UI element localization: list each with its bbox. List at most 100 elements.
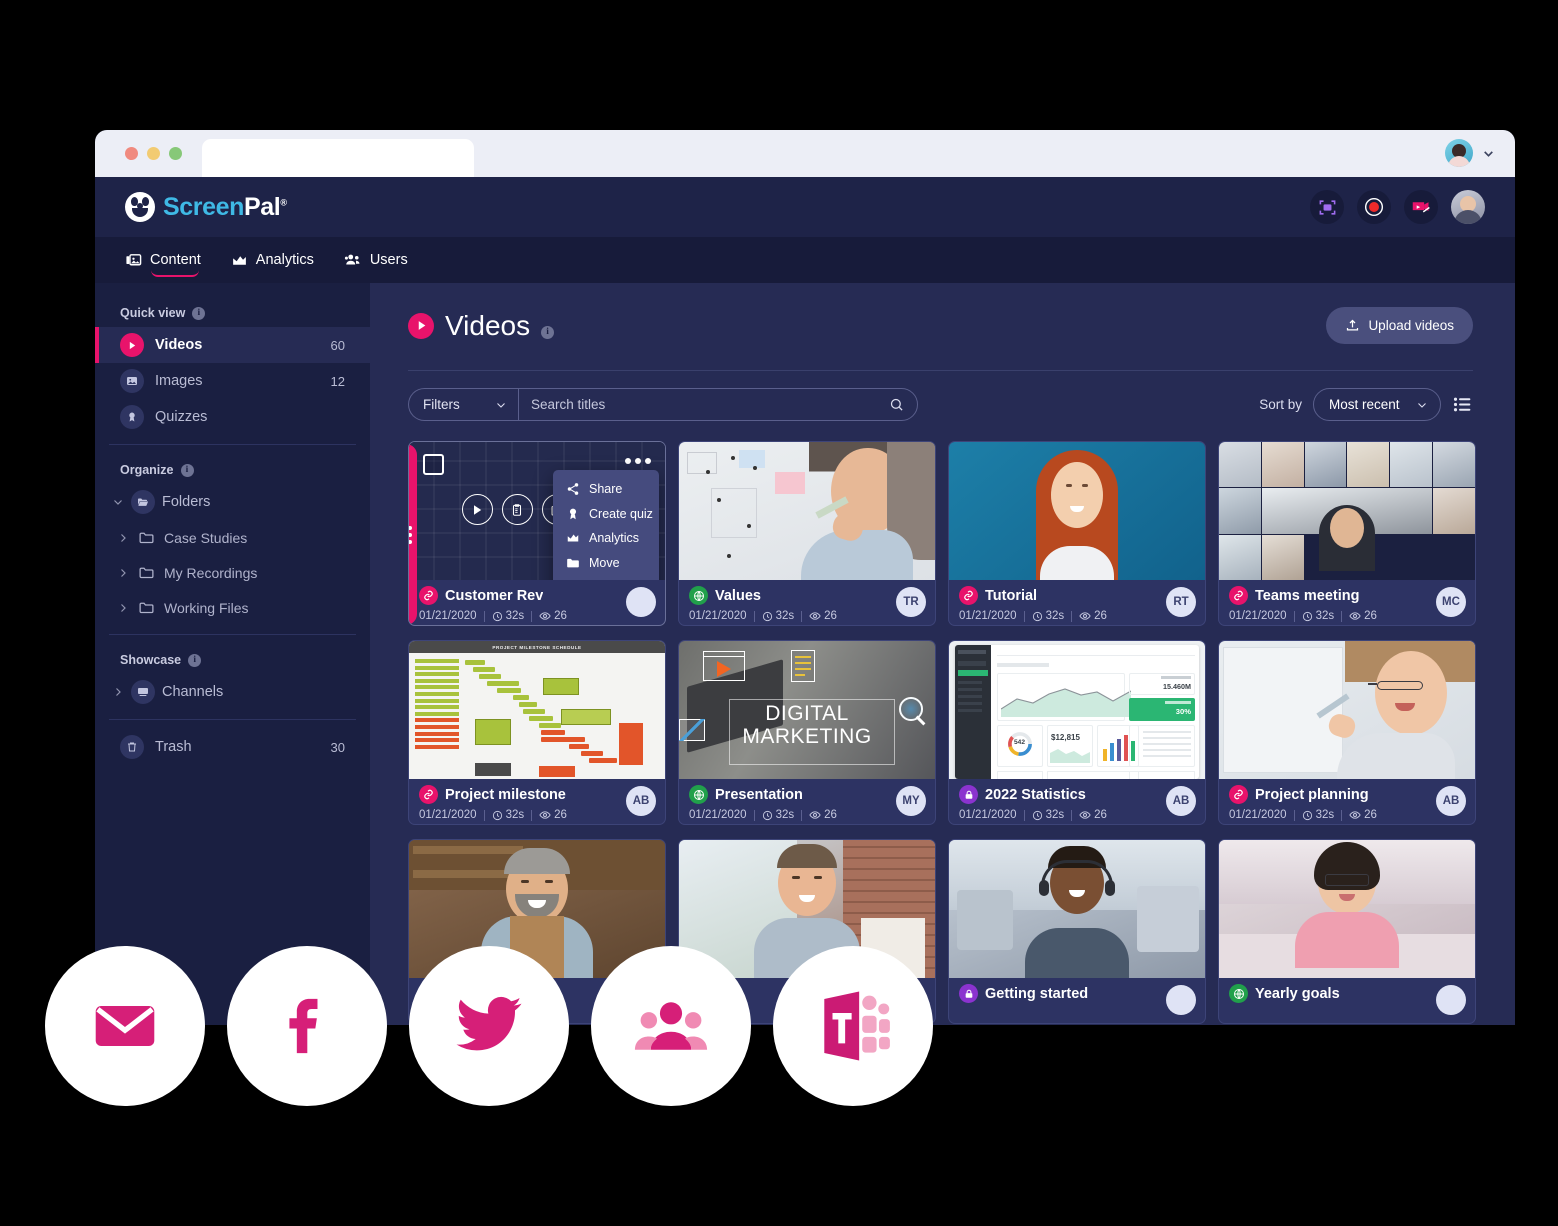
sidebar-item-label: Trash: [155, 739, 192, 755]
avatar[interactable]: TR: [896, 587, 926, 617]
info-icon[interactable]: i: [192, 306, 206, 320]
video-card[interactable]: Yearly goals: [1218, 839, 1476, 1024]
video-card[interactable]: Share Create quiz Analytics Move Custome…: [408, 441, 666, 626]
sidebar-item-my-recordings[interactable]: My Recordings: [95, 555, 370, 590]
sidebar-item-label: My Recordings: [164, 564, 258, 581]
video-card[interactable]: DIGITAL MARKETING Presentation 01/21/202…: [678, 640, 936, 825]
video-thumbnail[interactable]: [1219, 840, 1475, 978]
screenpal-logo[interactable]: ScreenPal®: [125, 192, 287, 222]
avatar[interactable]: [626, 587, 656, 617]
copy-link-button[interactable]: [501, 494, 533, 525]
avatar[interactable]: MC: [1436, 587, 1466, 617]
video-title: Values: [715, 587, 761, 604]
video-card[interactable]: Values 01/21/2020 32s 26 TR: [678, 441, 936, 626]
video-thumbnail[interactable]: [1219, 442, 1475, 580]
avatar[interactable]: [1436, 985, 1466, 1015]
video-thumbnail[interactable]: DIGITAL MARKETING: [679, 641, 935, 779]
context-menu-item-move[interactable]: Move: [553, 551, 659, 576]
search-icon[interactable]: [889, 397, 904, 412]
chevron-down-icon[interactable]: [1482, 147, 1495, 160]
video-thumbnail[interactable]: PROJECT MILESTONE SCHEDULE: [409, 641, 665, 779]
avatar[interactable]: [1166, 985, 1196, 1015]
sidebar-item-videos[interactable]: Videos 60: [95, 327, 370, 363]
drag-handle[interactable]: [409, 444, 417, 625]
sort-by-dropdown[interactable]: Most recent: [1313, 388, 1441, 421]
video-editor-icon[interactable]: [1404, 190, 1438, 224]
chevron-right-icon[interactable]: [117, 602, 129, 614]
video-thumbnail[interactable]: [949, 840, 1205, 978]
info-icon[interactable]: i: [180, 463, 194, 477]
folder-icon: [139, 602, 154, 614]
card-context-menu[interactable]: Share Create quiz Analytics Move: [553, 470, 659, 580]
avatar[interactable]: AB: [626, 786, 656, 816]
sidebar-item-quizzes[interactable]: Quizzes: [95, 399, 370, 435]
sidebar-item-case-studies[interactable]: Case Studies: [95, 520, 370, 555]
sidebar-item-channels[interactable]: Channels: [95, 674, 370, 710]
nav-tab-content[interactable]: Content: [125, 237, 201, 283]
minimize-window-button[interactable]: [147, 147, 160, 160]
video-card[interactable]: Getting started: [948, 839, 1206, 1024]
info-icon[interactable]: i: [188, 653, 202, 667]
email-share-button[interactable]: [45, 946, 205, 1106]
record-icon[interactable]: [1357, 190, 1391, 224]
video-title: Customer Rev: [445, 587, 544, 604]
close-window-button[interactable]: [125, 147, 138, 160]
chevron-down-icon[interactable]: [112, 496, 124, 508]
sidebar-item-working-files[interactable]: Working Files: [95, 590, 370, 625]
eye-icon: [1349, 612, 1361, 620]
search-input[interactable]: [531, 397, 889, 412]
chevron-right-icon[interactable]: [117, 532, 129, 544]
context-menu-item-analytics[interactable]: Analytics: [553, 526, 659, 551]
video-card[interactable]: Tutorial 01/21/2020 32s 26 RT: [948, 441, 1206, 626]
context-menu-item-info[interactable]: Info: [553, 575, 659, 580]
video-duration: 32s: [492, 610, 524, 622]
nav-tab-users[interactable]: Users: [344, 237, 408, 283]
play-button[interactable]: [461, 494, 493, 525]
window-controls[interactable]: [125, 147, 182, 160]
active-tab-underline: [151, 270, 199, 277]
avatar[interactable]: AB: [1436, 786, 1466, 816]
context-menu-item-create-quiz[interactable]: Create quiz: [553, 502, 659, 527]
video-thumbnail[interactable]: [1219, 641, 1475, 779]
video-thumbnail[interactable]: [949, 442, 1205, 580]
video-thumbnail[interactable]: Share Create quiz Analytics Move: [409, 442, 665, 580]
video-thumbnail[interactable]: [679, 442, 935, 580]
sidebar-item-images[interactable]: Images 12: [95, 363, 370, 399]
sidebar-item-trash[interactable]: Trash 30: [95, 729, 370, 765]
video-views: 26: [1079, 610, 1107, 622]
avatar[interactable]: AB: [1166, 786, 1196, 816]
nav-tab-analytics[interactable]: Analytics: [231, 237, 314, 283]
microsoft-teams-share-button[interactable]: [773, 946, 933, 1106]
video-thumbnail[interactable]: 15.460M 30% 542 $12,815: [949, 641, 1205, 779]
screenshot-icon[interactable]: [1310, 190, 1344, 224]
browser-profile-avatar[interactable]: [1445, 139, 1473, 167]
eye-icon: [809, 811, 821, 819]
list-view-icon[interactable]: [1452, 394, 1473, 415]
sidebar-item-folders[interactable]: Folders: [95, 484, 370, 520]
video-card[interactable]: 15.460M 30% 542 $12,815 2022 Statistics …: [948, 640, 1206, 825]
user-avatar[interactable]: [1451, 190, 1485, 224]
context-menu-item-share[interactable]: Share: [553, 477, 659, 502]
privacy-badge-link-icon: [1229, 586, 1248, 605]
eye-icon: [539, 811, 551, 819]
video-card[interactable]: Teams meeting 01/21/2020 32s 26 MC: [1218, 441, 1476, 626]
upload-videos-label: Upload videos: [1368, 318, 1454, 333]
video-duration: 32s: [1302, 809, 1334, 821]
facebook-share-button[interactable]: [227, 946, 387, 1106]
select-checkbox[interactable]: [423, 454, 444, 475]
group-share-button[interactable]: [591, 946, 751, 1106]
card-menu-button[interactable]: [625, 458, 651, 464]
video-card[interactable]: PROJECT MILESTONE SCHEDULE Project miles…: [408, 640, 666, 825]
chevron-right-icon[interactable]: [117, 567, 129, 579]
main-nav: Content Analytics Users: [95, 237, 1515, 283]
avatar[interactable]: MY: [896, 786, 926, 816]
upload-videos-button[interactable]: Upload videos: [1326, 307, 1473, 344]
search-box[interactable]: [518, 388, 918, 421]
twitter-share-button[interactable]: [409, 946, 569, 1106]
maximize-window-button[interactable]: [169, 147, 182, 160]
info-icon[interactable]: i: [541, 325, 555, 339]
avatar[interactable]: RT: [1166, 587, 1196, 617]
chevron-right-icon[interactable]: [112, 686, 124, 698]
filters-dropdown[interactable]: Filters: [408, 388, 518, 421]
video-card[interactable]: Project planning 01/21/2020 32s 26 AB: [1218, 640, 1476, 825]
